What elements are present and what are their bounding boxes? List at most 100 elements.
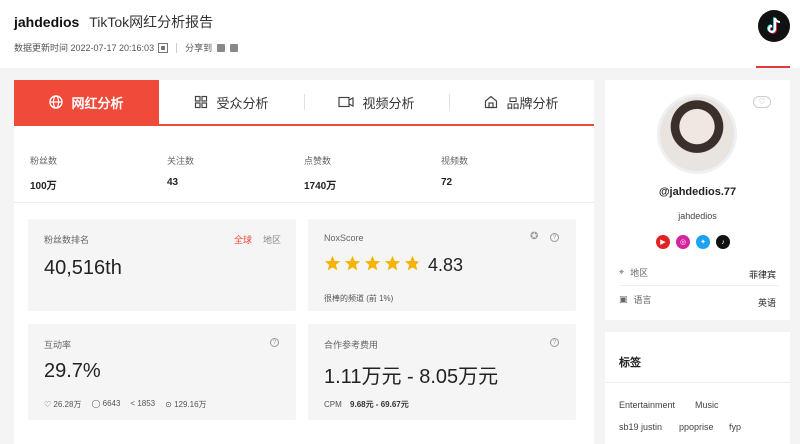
shares-metric: < 1853 xyxy=(130,399,155,410)
facebook-share-icon[interactable] xyxy=(217,43,226,52)
tag-item[interactable]: Entertainment xyxy=(619,400,675,410)
card-title: NoxScore xyxy=(324,233,364,243)
likes-count: 26.28万 xyxy=(53,400,82,409)
star-icon xyxy=(384,255,401,271)
language-label: 语言 xyxy=(633,295,652,305)
report-title: TikTok网红分析报告 xyxy=(89,14,214,30)
language-icon: ▣ xyxy=(619,294,628,304)
help-icon[interactable]: ? xyxy=(550,233,559,242)
stat-value: 43 xyxy=(167,177,179,188)
tag-item[interactable]: Music xyxy=(695,400,719,410)
tab-video[interactable]: 视频分析 xyxy=(304,80,449,124)
star-icon xyxy=(344,255,361,271)
globe-icon xyxy=(49,95,64,109)
language-value: 英语 xyxy=(757,298,776,308)
card-title: 互动率 xyxy=(44,340,72,350)
star-icon xyxy=(324,255,341,271)
stat-label: 点赞数 xyxy=(304,156,332,166)
tab-label: 网红分析 xyxy=(71,95,124,111)
tag-item[interactable]: fyp xyxy=(729,422,741,432)
main-panel: 网红分析 受众分析 视频分析 品牌分析 粉丝数 100万 关注数 43 点赞数 … xyxy=(14,80,594,444)
rank-value: 40,516th xyxy=(44,257,122,279)
instagram-icon[interactable]: ◎ xyxy=(676,235,690,249)
divider xyxy=(176,42,178,53)
help-icon[interactable]: ? xyxy=(550,338,559,347)
username: jahdedios xyxy=(14,14,80,30)
profile-card: ♡ @jahdedios.77 jahdedios ▶ ◎ ✦ ♪ ⌖ 地区 菲… xyxy=(605,80,790,320)
divider xyxy=(619,285,779,286)
play-icon: ⊙ xyxy=(165,400,172,409)
engagement-card: 互动率 ? 29.7% ♡ 26.28万 ◯ 6643 < 1853 ⊙ 129… xyxy=(28,324,296,420)
divider xyxy=(605,382,790,383)
follower-rank-card: 粉丝数排名 全球 地区 40,516th xyxy=(28,219,296,311)
tiktok-icon[interactable]: ♪ xyxy=(716,235,730,249)
tags-title: 标签 xyxy=(619,357,641,369)
audience-icon xyxy=(195,95,208,109)
share-label: 分享到 xyxy=(185,43,213,53)
region-label: 地区 xyxy=(630,268,649,278)
help-icon[interactable]: ? xyxy=(270,338,279,347)
profile-handle: @jahdedios.77 xyxy=(658,186,737,198)
tag-item[interactable]: sb19 justin xyxy=(619,422,662,432)
award-icon: ✪ xyxy=(530,231,539,242)
tab-influencer[interactable]: 网红分析 xyxy=(14,80,159,124)
stat-label: 关注数 xyxy=(167,156,195,166)
collab-cost-card: 合作参考费用 ? 1.11万元 - 8.05万元 CPM 9.68元 - 69.… xyxy=(308,324,576,420)
analysis-tabs: 网红分析 受众分析 视频分析 品牌分析 xyxy=(14,80,594,126)
cost-value: 1.11万元 - 8.05万元 xyxy=(324,366,499,388)
tab-brand[interactable]: 品牌分析 xyxy=(449,80,594,124)
divider xyxy=(14,202,594,203)
avatar xyxy=(657,94,737,174)
engagement-value: 29.7% xyxy=(44,360,101,382)
stat-following: 关注数 43 xyxy=(167,154,194,188)
twitter-icon[interactable]: ✦ xyxy=(696,235,710,249)
views-count: 129.16万 xyxy=(174,400,207,409)
card-title: 合作参考费用 xyxy=(324,340,379,350)
rating-stars xyxy=(324,255,421,272)
location-pin-icon: ⌖ xyxy=(619,267,625,277)
nox-score-desc: 很棒的频道 (前 1%) xyxy=(324,294,394,303)
stat-videos: 视频数 72 xyxy=(441,154,468,188)
tag-item[interactable]: ppoprise xyxy=(679,422,714,432)
region-row: ⌖ 地区 xyxy=(619,266,648,279)
profile-nickname: jahdedios xyxy=(678,211,717,221)
stat-value: 100万 xyxy=(30,181,57,192)
comments-count: 6643 xyxy=(102,399,121,408)
global-rank-toggle[interactable]: 全球 xyxy=(234,233,252,246)
cpm-row: CPM 9.68元 - 69.67元 xyxy=(324,399,409,410)
social-links: ▶ ◎ ✦ ♪ xyxy=(656,235,730,249)
region-value: 菲律宾 xyxy=(748,270,776,280)
stats-row: 粉丝数 100万 关注数 43 点赞数 1740万 视频数 72 xyxy=(14,140,594,210)
refresh-icon[interactable] xyxy=(158,42,169,53)
star-icon xyxy=(364,255,381,271)
cpm-value: 9.68元 - 69.67元 xyxy=(350,400,409,409)
stat-followers: 粉丝数 100万 xyxy=(30,154,57,192)
cpm-label: CPM xyxy=(324,400,342,409)
tab-audience[interactable]: 受众分析 xyxy=(159,80,304,124)
comments-metric: ◯ 6643 xyxy=(91,399,120,410)
report-header: jahdedios TikTok网红分析报告 数据更新时间 2022-07-17… xyxy=(0,0,800,68)
tab-label: 品牌分析 xyxy=(506,95,559,111)
noxscore-card: NoxScore ✪ ? 4.83 很棒的频道 (前 1%) xyxy=(308,219,576,311)
stat-value: 72 xyxy=(441,177,453,188)
comment-icon: ◯ xyxy=(91,399,101,408)
star-icon xyxy=(404,255,421,271)
youtube-icon[interactable]: ▶ xyxy=(656,235,670,249)
region-rank-toggle[interactable]: 地区 xyxy=(263,233,281,246)
store-icon xyxy=(485,95,498,109)
stat-label: 粉丝数 xyxy=(30,156,58,166)
tiktok-platform-icon[interactable] xyxy=(758,10,790,42)
tiktok-note-icon xyxy=(767,17,781,34)
update-meta: 数据更新时间 2022-07-17 20:16:03 分享到 xyxy=(14,41,239,54)
page-title: jahdedios TikTok网红分析报告 xyxy=(14,12,213,32)
shares-count: 1853 xyxy=(137,399,156,408)
card-title: 粉丝数排名 xyxy=(44,235,90,245)
language-row: ▣ 语言 xyxy=(619,293,652,306)
video-icon xyxy=(338,96,355,108)
favorite-heart-icon[interactable]: ♡ xyxy=(753,96,771,108)
share-icon: < xyxy=(130,399,136,408)
platform-selected-indicator xyxy=(756,66,790,68)
tags-card: 标签 Entertainment Music sb19 justin ppopr… xyxy=(605,332,790,444)
stat-likes: 点赞数 1740万 xyxy=(304,154,336,192)
twitter-share-icon[interactable] xyxy=(230,43,239,52)
